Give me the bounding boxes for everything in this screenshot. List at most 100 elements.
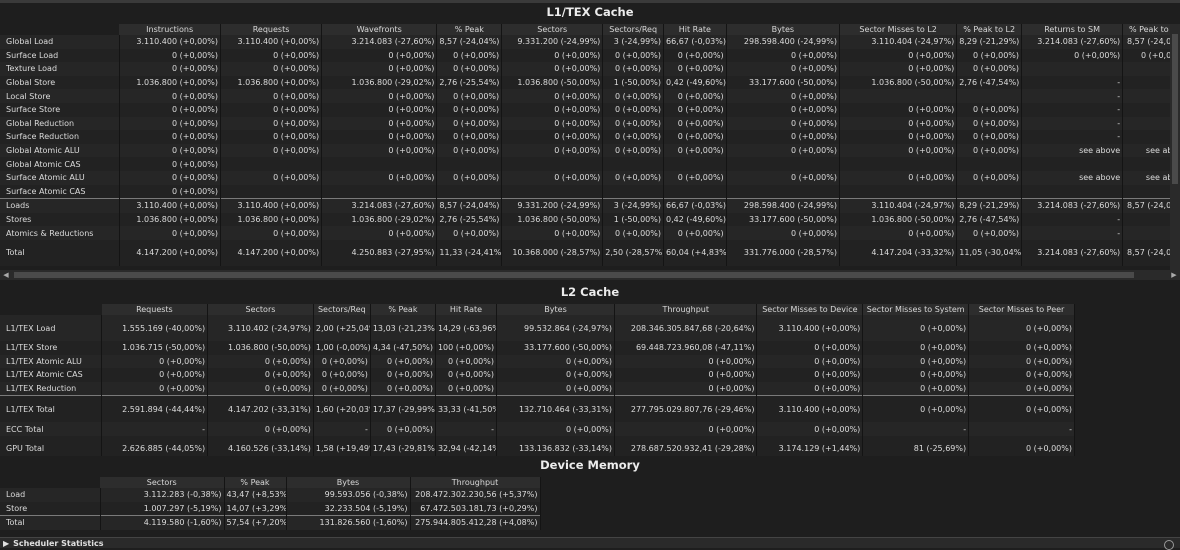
- column-header[interactable]: Sectors/Req: [313, 304, 371, 315]
- table-cell: 8,57 (-24,04%): [436, 198, 503, 213]
- column-header[interactable]: Sector Misses to Device: [756, 304, 864, 315]
- table-cell: -: [435, 422, 498, 436]
- column-header[interactable]: Sector Misses to System: [862, 304, 970, 315]
- table-cell: 100 (+0,00%): [435, 341, 498, 355]
- table-cell: [321, 157, 438, 171]
- table-cell: 17,43 (-29,81%): [370, 435, 436, 456]
- table-row: L1/TEX Total 2.591.894 (-44,44%) 4.147.202…: [0, 395, 1075, 423]
- row-label: Loads: [0, 198, 120, 213]
- row-label: Total: [0, 239, 120, 266]
- table-cell: 0 (+0,00%): [726, 226, 840, 240]
- column-header[interactable]: Sectors: [100, 477, 225, 488]
- column-header[interactable]: Wavefronts: [321, 24, 438, 35]
- table-cell: 1 (-50,00%): [602, 212, 664, 227]
- table-row: Global Reduction 0 (+0,00%) 0 (+0,00%) 0 (+…: [0, 116, 1170, 131]
- table-cell: 0 (+0,00%): [663, 130, 727, 144]
- table-cell: 0 (+0,00%): [614, 381, 758, 396]
- table-cell: 1.555.169 (-40,00%): [101, 315, 209, 341]
- table-cell: 208.346.305.847,68 (-20,64%): [614, 315, 758, 341]
- column-header[interactable]: % Peak to L2: [956, 24, 1023, 35]
- column-header[interactable]: Hit Rate: [435, 304, 498, 315]
- column-header[interactable]: % Peak: [224, 477, 287, 488]
- column-header[interactable]: % Peak to SM: [1122, 24, 1170, 35]
- table-cell: 1.036.800 (+0,00%): [220, 212, 323, 227]
- table-cell: 0 (+0,00%): [436, 116, 503, 131]
- table-cell: 0 (+0,00%): [436, 143, 503, 158]
- table-cell: 0 (+0,00%): [968, 341, 1075, 355]
- row-label: Atomics & Reductions: [0, 226, 120, 240]
- table-cell: 9.331.200 (-24,99%): [501, 35, 604, 49]
- table-cell: [663, 157, 727, 171]
- row-header-corner: [0, 24, 120, 35]
- table-cell: [839, 89, 958, 103]
- table-cell: 81 (-25,69%): [862, 435, 970, 456]
- table-cell: 208.472.302.230,56 (+5,37%): [410, 488, 541, 502]
- column-header[interactable]: Bytes: [286, 477, 411, 488]
- row-label: Local Store: [0, 89, 120, 103]
- column-header[interactable]: Sector Misses to L2: [839, 24, 958, 35]
- table-cell: [726, 184, 840, 199]
- table-cell: 0 (+0,00%): [956, 226, 1023, 240]
- table-cell: 0 (+0,00%): [862, 354, 970, 369]
- column-header[interactable]: Bytes: [496, 304, 616, 315]
- column-header[interactable]: Sectors: [207, 304, 314, 315]
- l1tex-vertical-scrollbar[interactable]: [1170, 24, 1180, 270]
- table-cell: 0 (+0,00%): [602, 226, 664, 240]
- table-cell: 99.593.056 (-0,38%): [286, 488, 411, 502]
- table-row: Surface Atomic ALU 0 (+0,00%) 0 (+0,00%) 0 …: [0, 170, 1170, 185]
- table-cell: 3.112.283 (-0,38%): [100, 488, 225, 502]
- table-cell: 0 (+0,00%): [663, 143, 727, 158]
- scheduler-statistics-section[interactable]: ▶ Scheduler Statistics: [0, 537, 1180, 550]
- table-cell: 11,05 (-30,04%): [956, 239, 1023, 266]
- table-cell: 0 (+0,00%): [663, 62, 727, 76]
- row-header-corner: [0, 477, 100, 488]
- table-row: Load 3.112.283 (-0,38%) 43,47 (+8,53%) 99.5…: [0, 488, 541, 502]
- column-header[interactable]: % Peak: [370, 304, 436, 315]
- column-header[interactable]: Hit Rate: [663, 24, 727, 35]
- table-cell: 17,37 (-29,99%): [370, 395, 436, 423]
- table-cell: 0 (+0,00%): [839, 102, 958, 117]
- table-cell: 0 (+0,00%): [321, 143, 438, 158]
- table-row: Global Load 3.110.400 (+0,00%) 3.110.400 (…: [0, 35, 1170, 49]
- chevron-right-icon[interactable]: ▶: [3, 538, 9, 550]
- table-cell: [602, 184, 664, 199]
- table-cell: 0 (+0,00%): [968, 368, 1075, 382]
- table-cell: 0 (+0,00%): [436, 62, 503, 76]
- column-header[interactable]: Requests: [101, 304, 209, 315]
- column-header[interactable]: Bytes: [726, 24, 840, 35]
- column-header[interactable]: Sector Misses to Peer: [968, 304, 1075, 315]
- scrollbar-thumb[interactable]: [1172, 34, 1178, 184]
- scroll-right-icon[interactable]: ▶: [1168, 270, 1180, 280]
- table-cell: 14,29 (-63,96%): [435, 315, 498, 341]
- row-header-corner: [0, 304, 102, 315]
- table-cell: 0 (+0,00%): [321, 226, 438, 240]
- table-row: Loads 3.110.400 (+0,00%) 3.110.400 (+0,00%…: [0, 198, 1170, 213]
- row-label: L1/TEX Reduction: [0, 381, 103, 396]
- row-label: GPU Total: [0, 435, 103, 456]
- table-cell: 0 (+0,00%): [220, 62, 323, 76]
- column-header[interactable]: Returns to SM: [1021, 24, 1124, 35]
- table-cell: 0 (+0,00%): [968, 381, 1075, 396]
- table-cell: 0 (+0,00%): [862, 315, 970, 341]
- info-icon[interactable]: [1164, 540, 1174, 550]
- column-header[interactable]: Requests: [220, 24, 323, 35]
- table-cell: 4.160.526 (-33,14%): [207, 435, 314, 456]
- column-header[interactable]: Throughput: [410, 477, 541, 488]
- column-header[interactable]: Instructions: [119, 24, 221, 35]
- column-header[interactable]: % Peak: [436, 24, 503, 35]
- table-row: Total 4.147.200 (+0,00%) 4.147.200 (+0,00%…: [0, 239, 1170, 266]
- table-cell: 0 (+0,00%): [313, 354, 371, 369]
- column-header[interactable]: Sectors/Req: [602, 24, 664, 35]
- table-cell: 0 (+0,00%): [220, 143, 323, 158]
- table-row: Surface Reduction 0 (+0,00%) 0 (+0,00%) 0 (…: [0, 130, 1170, 144]
- table-cell: 0 (+0,00%): [602, 116, 664, 131]
- table-cell: 2,76 (-25,54%): [436, 75, 503, 90]
- l1tex-horizontal-scrollbar[interactable]: ◀ ▶: [0, 270, 1180, 280]
- scroll-left-icon[interactable]: ◀: [0, 270, 12, 280]
- column-header[interactable]: Throughput: [614, 304, 758, 315]
- table-cell: 0 (+0,00%): [956, 143, 1023, 158]
- table-cell: 278.687.520.932,41 (-29,28%): [614, 435, 758, 456]
- scrollbar-thumb[interactable]: [14, 272, 1134, 278]
- table-cell: [956, 184, 1023, 199]
- column-header[interactable]: Sectors: [501, 24, 604, 35]
